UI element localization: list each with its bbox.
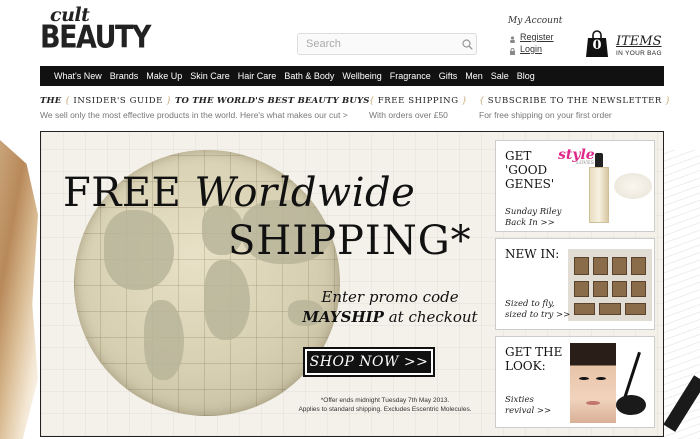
insiders-guide-heading: THE { INSIDER'S GUIDE } TO THE WORLD'S B… bbox=[40, 96, 370, 106]
search-input[interactable] bbox=[298, 34, 458, 54]
nav-item-blog[interactable]: Blog bbox=[513, 71, 539, 81]
guide-post: TO THE WORLD'S BEST BEAUTY BUYS bbox=[174, 96, 370, 106]
shop-now-button[interactable]: SHOP NOW >> bbox=[303, 347, 435, 377]
news-bracket-close: } bbox=[665, 96, 671, 106]
nav-item-hair-care[interactable]: Hair Care bbox=[234, 71, 281, 81]
promo-get-the-look-title: GET THE LOOK: bbox=[505, 345, 563, 373]
fine-print: *Offer ends midnight Tuesday 7th May 201… bbox=[285, 396, 485, 414]
nav-item-men[interactable]: Men bbox=[461, 71, 487, 81]
free-shipping-heading: { FREE SHIPPING } bbox=[369, 96, 467, 106]
guide-bracket-open: { bbox=[64, 96, 71, 106]
nav-item-whats-new[interactable]: What's New bbox=[50, 71, 106, 81]
nav-item-sale[interactable]: Sale bbox=[487, 71, 513, 81]
headline-shipping: SHIPPING* bbox=[228, 218, 472, 264]
promo-get-the-look-link[interactable]: Sixties revival >> bbox=[505, 395, 551, 417]
search-icon[interactable] bbox=[458, 38, 476, 50]
newsletter-heading: { SUBSCRIBE TO THE NEWSLETTER } bbox=[479, 96, 671, 106]
decorative-bronzer-swatch bbox=[0, 140, 38, 439]
lock-icon bbox=[509, 46, 516, 55]
account-panel: My Account Register Login bbox=[508, 16, 588, 55]
newsletter-text: For free shipping on your first order bbox=[479, 110, 612, 120]
person-icon bbox=[509, 34, 516, 43]
serum-bottle-image bbox=[588, 153, 610, 225]
insiders-guide-block[interactable]: THE { INSIDER'S GUIDE } TO THE WORLD'S B… bbox=[40, 96, 370, 120]
bag-items-label: ITEMS bbox=[616, 34, 662, 49]
free-shipping-block[interactable]: { FREE SHIPPING } With orders over £50 bbox=[369, 96, 467, 120]
guide-pre: THE bbox=[40, 96, 62, 106]
nav-item-gifts[interactable]: Gifts bbox=[435, 71, 462, 81]
model-face-image bbox=[570, 343, 616, 423]
my-account-title: My Account bbox=[508, 16, 563, 26]
main-nav: What's New Brands Make Up Skin Care Hair… bbox=[40, 66, 664, 86]
promo-good-genes-title: GET 'GOOD GENES' bbox=[505, 149, 555, 191]
promo-suffix: at checkout bbox=[388, 308, 478, 326]
guide-bracket-close: } bbox=[166, 96, 172, 106]
promo-line-1: Enter promo code bbox=[321, 288, 459, 306]
cream-swatch-image bbox=[614, 173, 652, 199]
nav-item-make-up[interactable]: Make Up bbox=[142, 71, 186, 81]
promo-new-in-link[interactable]: Sized to fly, sized to try >> bbox=[505, 299, 570, 321]
hero-banner: FREE Worldwide SHIPPING* Enter promo cod… bbox=[40, 131, 664, 437]
ship-title: FREE SHIPPING bbox=[377, 96, 459, 106]
promo-good-genes[interactable]: GET 'GOOD GENES' style LOVES Sunday Rile… bbox=[495, 140, 655, 232]
free-shipping-text: With orders over £50 bbox=[369, 110, 448, 120]
promo-code-text: Enter promo code MAYSHIP at checkout bbox=[290, 287, 490, 327]
gel-liner-pot-image bbox=[616, 395, 646, 415]
nav-item-bath-body[interactable]: Bath & Body bbox=[280, 71, 338, 81]
headline-worldwide: Worldwide bbox=[194, 170, 416, 216]
ship-bracket-open: { bbox=[369, 96, 375, 106]
news-title: SUBSCRIBE TO THE NEWSLETTER bbox=[487, 96, 662, 106]
promo-new-in[interactable]: NEW IN: Sized to fly, sized to try >> bbox=[495, 238, 655, 330]
promo-new-in-title: NEW IN: bbox=[505, 247, 560, 261]
travel-products-image bbox=[568, 249, 652, 321]
fine-print-line-1: *Offer ends midnight Tuesday 7th May 201… bbox=[320, 397, 450, 404]
newsletter-block[interactable]: { SUBSCRIBE TO THE NEWSLETTER } For free… bbox=[479, 96, 671, 120]
news-bracket-open: { bbox=[479, 96, 485, 106]
promo-good-genes-link[interactable]: Sunday Riley Back In >> bbox=[505, 207, 561, 229]
headline-free-worldwide: FREE Worldwide bbox=[63, 170, 415, 216]
search-box bbox=[297, 33, 477, 55]
nav-item-skin-care[interactable]: Skin Care bbox=[186, 71, 234, 81]
headline-free: FREE bbox=[63, 170, 182, 216]
nav-item-wellbeing[interactable]: Wellbeing bbox=[338, 71, 385, 81]
fine-print-line-2: Applies to standard shipping. Excludes E… bbox=[298, 406, 472, 413]
nav-item-fragrance[interactable]: Fragrance bbox=[386, 71, 435, 81]
bag-count: 0 bbox=[592, 38, 602, 53]
nav-item-brands[interactable]: Brands bbox=[106, 71, 143, 81]
register-label: Register bbox=[520, 32, 554, 42]
insiders-guide-text: We sell only the most effective products… bbox=[40, 110, 348, 120]
login-link[interactable]: Login bbox=[509, 43, 588, 55]
shopping-bag-button[interactable]: 0 bbox=[586, 30, 612, 58]
register-link[interactable]: Register bbox=[509, 31, 588, 43]
site-logo[interactable]: cult BEAUTY bbox=[40, 6, 151, 64]
promo-line-2: MAYSHIP at checkout bbox=[290, 307, 490, 327]
promo-code: MAYSHIP bbox=[302, 308, 384, 326]
ship-bracket-close: } bbox=[461, 96, 468, 106]
bag-items-sublabel: IN YOUR BAG bbox=[616, 50, 662, 57]
guide-keyword: INSIDER'S GUIDE bbox=[73, 96, 163, 106]
bag-items-link[interactable]: ITEMS IN YOUR BAG bbox=[616, 34, 662, 57]
login-label: Login bbox=[520, 44, 543, 54]
logo-line-beauty: BEAUTY bbox=[40, 19, 151, 56]
promo-get-the-look[interactable]: GET THE LOOK: Sixties revival >> bbox=[495, 336, 655, 428]
